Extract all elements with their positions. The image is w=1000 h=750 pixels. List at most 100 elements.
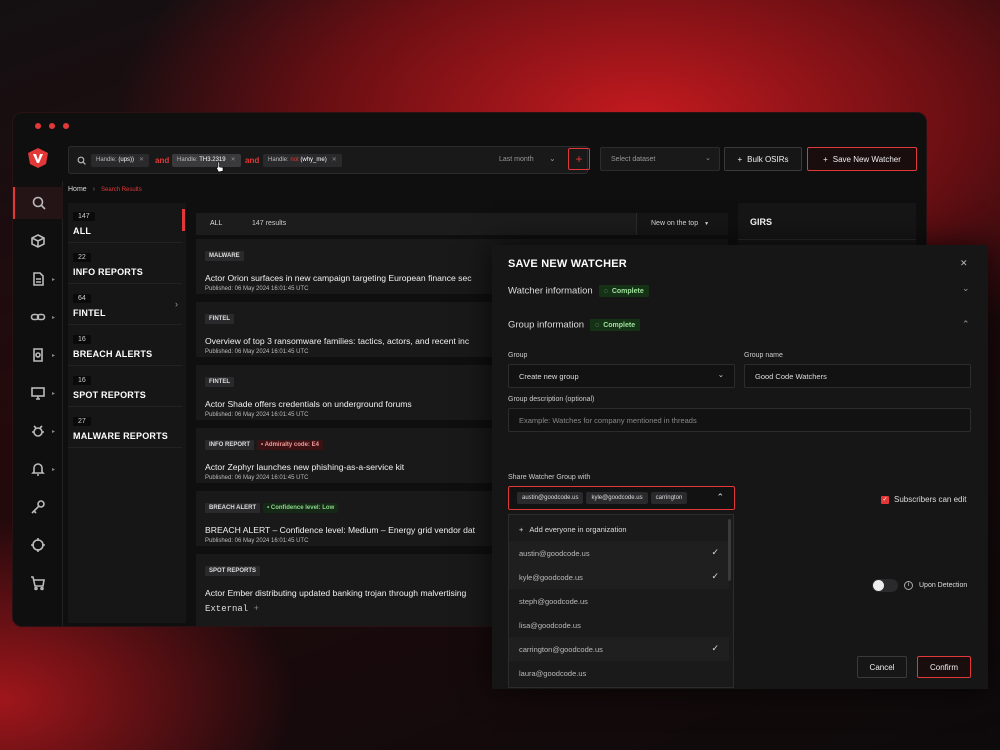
sidebar-item-links[interactable]: ▸: [13, 301, 63, 333]
share-multiselect[interactable]: austin@goodcode.us kyle@goodcode.us carrin…: [508, 486, 735, 510]
sidebar-item-target[interactable]: [13, 529, 63, 561]
add-filter-button[interactable]: +: [568, 148, 590, 170]
chevron-down-icon: ⌄: [705, 155, 711, 162]
chip-key: Handle:: [96, 157, 117, 163]
category-name: ALL: [73, 226, 92, 236]
category-breach-alerts[interactable]: 16 BREACH ALERTS: [68, 328, 182, 366]
chip-key: Handle:: [268, 157, 289, 163]
chevron-right-icon: ▸: [51, 390, 55, 397]
chevron-right-icon: ▸: [51, 428, 55, 435]
dropdown-item[interactable]: kyle@goodcode.us ✓: [509, 565, 729, 589]
close-icon[interactable]: ✕: [139, 157, 144, 163]
close-icon[interactable]: ✕: [960, 258, 968, 269]
sidebar-item-documents[interactable]: ▸: [13, 263, 63, 295]
toggle-switch[interactable]: [872, 579, 898, 592]
tab-all[interactable]: ALL: [210, 220, 222, 227]
search-bar[interactable]: Handle: (ups)) ✕ and Handle: TH3.2319 ✕ an…: [68, 146, 588, 174]
key-icon: [31, 500, 45, 514]
group-select[interactable]: Create new group ⌄: [508, 364, 735, 388]
dropdown-label: laura@goodcode.us: [519, 669, 587, 678]
dropdown-item[interactable]: laura@goodcode.us: [509, 661, 729, 685]
search-chip-1[interactable]: Handle: (ups)) ✕: [91, 154, 150, 167]
sort-select[interactable]: New on the top ▼: [636, 213, 728, 235]
share-dropdown: + Add everyone in organization austin@goo…: [508, 514, 734, 688]
subscribers-edit-checkbox[interactable]: ✓ Subscribers can edit: [881, 495, 966, 504]
scrollbar-thumb[interactable]: [182, 209, 185, 231]
dropdown-label: lisa@goodcode.us: [519, 621, 581, 630]
sidebar-item-reports[interactable]: ▸: [13, 339, 63, 371]
category-name: BREACH ALERTS: [73, 349, 153, 359]
description-label: Group description (optional): [508, 396, 595, 403]
upon-detection-toggle[interactable]: i Upon Detection: [872, 579, 967, 592]
brand-logo-icon[interactable]: [27, 147, 49, 169]
share-chip[interactable]: austin@goodcode.us: [517, 492, 584, 504]
search-icon: [32, 196, 46, 210]
share-chip[interactable]: carrington: [650, 492, 688, 504]
chevron-down-icon[interactable]: ⌄: [962, 283, 970, 294]
breadcrumb-home[interactable]: Home: [68, 186, 87, 193]
complete-text: Complete: [603, 321, 636, 329]
sidebar-item-cube[interactable]: [13, 225, 63, 257]
cart-icon: [31, 576, 45, 591]
dropdown-item[interactable]: austin@goodcode.us ✓: [509, 541, 729, 565]
and-operator: and: [245, 156, 260, 165]
close-icon[interactable]: ✕: [332, 157, 337, 163]
dropdown-item[interactable]: carrington@goodcode.us ✓: [509, 637, 729, 661]
sidebar-item-cart[interactable]: [13, 567, 63, 599]
confirm-button[interactable]: Confirm: [917, 656, 971, 678]
chip-value: (ups)): [118, 157, 135, 163]
chip-value: (why_me): [300, 157, 327, 163]
info-icon[interactable]: i: [904, 581, 913, 590]
sidebar-item-threat[interactable]: ▸: [13, 415, 63, 447]
chevron-up-icon: ⌃: [716, 492, 724, 502]
period-select[interactable]: Last month: [499, 156, 534, 163]
save-label: Save New Watcher: [832, 154, 901, 164]
dropdown-label: carrington@goodcode.us: [519, 645, 603, 654]
search-icon: [77, 156, 86, 165]
chevron-up-icon[interactable]: ⌃: [962, 319, 970, 330]
sidebar-item-alerts[interactable]: ▸: [13, 453, 63, 485]
cube-icon: [31, 234, 45, 248]
dropdown-item[interactable]: steph@goodcode.us: [509, 589, 729, 613]
category-count: 64: [73, 294, 91, 303]
category-fintel[interactable]: 64 FINTEL ›: [68, 287, 182, 325]
sidebar-item-search[interactable]: [13, 187, 63, 219]
check-circle-icon: ◌: [595, 321, 600, 329]
search-chip-3[interactable]: Handle: not (why_me) ✕: [263, 154, 342, 167]
dropdown-label: austin@goodcode.us: [519, 549, 590, 558]
save-watcher-button[interactable]: + Save New Watcher: [807, 147, 917, 171]
chip-negation: not: [290, 157, 299, 163]
dropdown-add-everyone[interactable]: + Add everyone in organization: [509, 517, 729, 541]
section-watcher-info[interactable]: Watcher information ◌ Complete: [508, 285, 649, 297]
category-name: FINTEL: [73, 308, 106, 318]
sidebar-item-monitor[interactable]: ▸: [13, 377, 63, 409]
dropdown-item[interactable]: lisa@goodcode.us: [509, 613, 729, 637]
bulk-osirs-button[interactable]: + Bulk OSIRs: [724, 147, 802, 171]
category-malware-reports[interactable]: 27 MALWARE REPORTS: [68, 410, 182, 448]
minimize-dot-icon[interactable]: [49, 123, 55, 129]
sort-label: New on the top: [651, 220, 699, 227]
section-group-info[interactable]: Group information ◌ Complete: [508, 319, 641, 331]
category-spot-reports[interactable]: 16 SPOT REPORTS: [68, 369, 182, 407]
cancel-button[interactable]: Cancel: [857, 656, 907, 678]
search-chip-2[interactable]: Handle: TH3.2319 ✕: [172, 154, 241, 167]
group-name-input[interactable]: Good Code Watchers: [744, 364, 971, 388]
scrollbar-thumb[interactable]: [728, 519, 731, 581]
category-count: 27: [73, 417, 91, 426]
results-header: ALL 147 results New on the top ▼: [196, 213, 728, 235]
close-dot-icon[interactable]: [35, 123, 41, 129]
chevron-down-icon[interactable]: ⌄: [549, 154, 556, 163]
maximize-dot-icon[interactable]: [63, 123, 69, 129]
share-chip[interactable]: kyle@goodcode.us: [586, 492, 648, 504]
dataset-select[interactable]: Select dataset ⌄: [600, 147, 720, 171]
plus-icon: +: [737, 154, 743, 164]
category-all[interactable]: 147 ALL: [68, 205, 182, 243]
subscribers-label: Subscribers can edit: [894, 495, 967, 504]
dot-icon: •: [267, 504, 270, 511]
plus-icon[interactable]: +: [254, 604, 259, 614]
group-label: Group: [508, 352, 528, 359]
close-icon[interactable]: ✕: [231, 157, 236, 163]
category-info-reports[interactable]: 22 INFO REPORTS: [68, 246, 182, 284]
description-input[interactable]: Example: Watches for company mentioned i…: [508, 408, 971, 432]
sidebar-item-keys[interactable]: [13, 491, 63, 523]
